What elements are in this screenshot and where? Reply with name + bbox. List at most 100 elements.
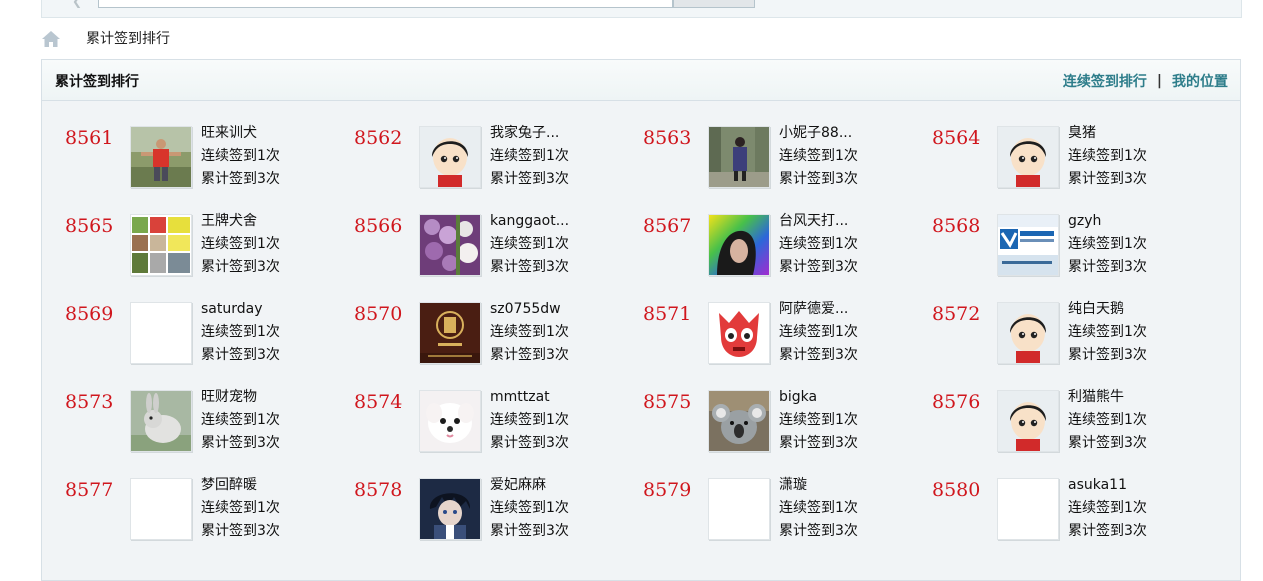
user-info: saturday 连续签到1次 累计签到3次 <box>201 298 280 367</box>
total-signin-count: 累计签到3次 <box>490 523 569 539</box>
total-signin-count: 累计签到3次 <box>779 347 858 363</box>
user-avatar[interactable] <box>419 478 481 540</box>
search-type-select[interactable] <box>611 0 673 8</box>
user-avatar[interactable] <box>419 302 481 364</box>
ranking-entry: 8567 台风天打... 连续签到1次 累计签到3次 <box>620 213 909 301</box>
rank-number: 8574 <box>354 391 403 413</box>
username-link[interactable]: 王牌犬舍 <box>201 210 280 233</box>
ranking-entry: 8569 saturday 连续签到1次 累计签到3次 <box>42 301 331 389</box>
continuous-signin-count: 连续签到1次 <box>490 500 569 516</box>
user-avatar[interactable] <box>708 390 770 452</box>
user-avatar[interactable] <box>997 478 1059 540</box>
rank-number: 8578 <box>354 479 403 501</box>
total-signin-count: 累计签到3次 <box>1068 171 1147 187</box>
user-info: bigka 连续签到1次 累计签到3次 <box>779 386 858 455</box>
total-signin-count: 累计签到3次 <box>1068 347 1147 363</box>
home-icon[interactable] <box>41 30 61 48</box>
continuous-ranking-link[interactable]: 连续签到排行 <box>1063 71 1147 91</box>
user-avatar[interactable] <box>997 390 1059 452</box>
continuous-signin-count: 连续签到1次 <box>1068 324 1147 340</box>
user-info: sz0755dw 连续签到1次 累计签到3次 <box>490 298 569 367</box>
username-link[interactable]: 旺财宠物 <box>201 386 280 409</box>
ranking-entry: 8575 bigka 连续签到1次 累计签到3次 <box>620 389 909 477</box>
username-link[interactable]: bigka <box>779 386 858 409</box>
username-link[interactable]: asuka11 <box>1068 474 1147 497</box>
user-info: 旺来训犬 连续签到1次 累计签到3次 <box>201 122 280 191</box>
username-link[interactable]: sz0755dw <box>490 298 569 321</box>
user-info: asuka11 连续签到1次 累计签到3次 <box>1068 474 1147 543</box>
continuous-signin-count: 连续签到1次 <box>1068 412 1147 428</box>
ranking-entry: 8580 asuka11 连续签到1次 累计签到3次 <box>909 477 1198 565</box>
user-avatar[interactable] <box>708 478 770 540</box>
username-link[interactable]: 小妮子88... <box>779 122 858 145</box>
user-info: 阿萨德爱... 连续签到1次 累计签到3次 <box>779 298 858 367</box>
ranking-entry: 8568 gzyh 连续签到1次 累计签到3次 <box>909 213 1198 301</box>
username-link[interactable]: 旺来训犬 <box>201 122 280 145</box>
username-link[interactable]: 我家兔子... <box>490 122 569 145</box>
username-link[interactable]: 爱妃麻麻 <box>490 474 569 497</box>
continuous-signin-count: 连续签到1次 <box>1068 236 1147 252</box>
user-avatar[interactable] <box>419 126 481 188</box>
username-link[interactable]: gzyh <box>1068 210 1147 233</box>
user-avatar[interactable] <box>997 214 1059 276</box>
user-avatar[interactable] <box>419 390 481 452</box>
rank-number: 8567 <box>643 215 692 237</box>
total-signin-count: 累计签到3次 <box>490 435 569 451</box>
user-avatar[interactable] <box>130 302 192 364</box>
total-signin-count: 累计签到3次 <box>779 259 858 275</box>
rank-number: 8570 <box>354 303 403 325</box>
continuous-signin-count: 连续签到1次 <box>201 236 280 252</box>
user-info: 我家兔子... 连续签到1次 累计签到3次 <box>490 122 569 191</box>
rank-number: 8564 <box>932 127 981 149</box>
continuous-signin-count: 连续签到1次 <box>201 500 280 516</box>
total-signin-count: 累计签到3次 <box>1068 435 1147 451</box>
username-link[interactable]: 台风天打... <box>779 210 858 233</box>
continuous-signin-count: 连续签到1次 <box>1068 500 1147 516</box>
continuous-signin-count: 连续签到1次 <box>201 324 280 340</box>
user-info: 臭猪连续签到1次 累计签到3次 <box>1068 122 1147 191</box>
user-avatar[interactable] <box>130 214 192 276</box>
username-link[interactable]: kanggaot... <box>490 210 569 233</box>
rank-number: 8571 <box>643 303 692 325</box>
rank-number: 8566 <box>354 215 403 237</box>
user-avatar[interactable] <box>997 126 1059 188</box>
my-position-link[interactable]: 我的位置 <box>1172 71 1228 91</box>
user-avatar[interactable] <box>130 126 192 188</box>
continuous-signin-count: 连续签到1次 <box>490 236 569 252</box>
continuous-signin-count: 连续签到1次 <box>1068 148 1147 164</box>
user-avatar[interactable] <box>708 302 770 364</box>
search-input[interactable] <box>98 0 612 8</box>
user-avatar[interactable] <box>708 214 770 276</box>
username-link[interactable]: 纯白天鹅 <box>1068 298 1147 321</box>
rank-number: 8577 <box>65 479 114 501</box>
user-avatar[interactable] <box>130 478 192 540</box>
continuous-signin-count: 连续签到1次 <box>779 412 858 428</box>
user-avatar[interactable] <box>997 302 1059 364</box>
continuous-signin-count: 连续签到1次 <box>201 412 280 428</box>
ranking-entry: 8563 小妮子88... 连续签到1次 累计签到3次 <box>620 125 909 213</box>
user-info: 利猫熊牛连续签到1次 累计签到3次 <box>1068 386 1147 455</box>
total-signin-count: 累计签到3次 <box>779 171 858 187</box>
total-signin-count: 累计签到3次 <box>201 435 280 451</box>
continuous-signin-count: 连续签到1次 <box>490 324 569 340</box>
continuous-signin-count: 连续签到1次 <box>490 412 569 428</box>
panel-header: 累计签到排行 连续签到排行 | 我的位置 <box>42 60 1240 101</box>
search-button[interactable] <box>673 0 755 8</box>
rank-number: 8561 <box>65 127 114 149</box>
breadcrumb-current: 累计签到排行 <box>86 31 170 47</box>
username-link[interactable]: mmttzat <box>490 386 569 409</box>
user-avatar[interactable] <box>708 126 770 188</box>
ranking-entry: 8576 利猫熊牛 连续签到1次 累计签到3次 <box>909 389 1198 477</box>
user-avatar[interactable] <box>419 214 481 276</box>
ranking-entry: 8579 潇璇 连续签到1次 累计签到3次 <box>620 477 909 565</box>
username-link[interactable]: 臭猪 <box>1068 122 1147 145</box>
username-link[interactable]: 阿萨德爱... <box>779 298 858 321</box>
username-link[interactable]: 梦回醉暖 <box>201 474 280 497</box>
user-avatar[interactable] <box>130 390 192 452</box>
ranking-entry: 8565 王牌犬舍 连续签到1次 累计签到3次 <box>42 213 331 301</box>
rank-number: 8563 <box>643 127 692 149</box>
username-link[interactable]: 利猫熊牛 <box>1068 386 1147 409</box>
username-link[interactable]: 潇璇 <box>779 474 858 497</box>
link-separator: | <box>1156 73 1162 89</box>
username-link[interactable]: saturday <box>201 298 280 321</box>
